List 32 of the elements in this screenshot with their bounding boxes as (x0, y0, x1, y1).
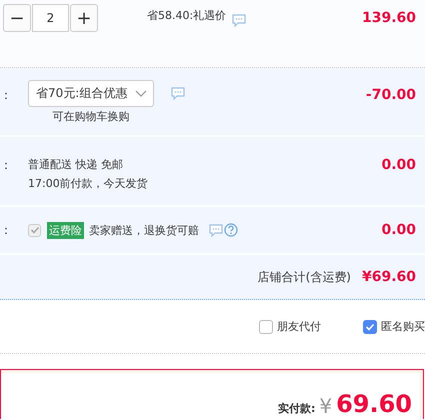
checkbox[interactable] (363, 320, 377, 334)
promo-dropdown[interactable]: 省70元:组合优惠 (28, 80, 154, 107)
shop-total-label: 店铺合计(含运费) (258, 268, 351, 286)
checkbox[interactable] (259, 320, 273, 334)
item-price: 139.60 (362, 10, 416, 26)
payment-label: 实付款: (278, 401, 316, 416)
quantity-field[interactable]: 2 (32, 4, 69, 32)
currency-symbol: ¥ (319, 394, 332, 418)
insurance-tag: 运费险 (47, 222, 84, 238)
increase-button[interactable]: + (70, 4, 98, 32)
row-amount: -70.00 (366, 87, 416, 103)
option-label: 匿名购买 (381, 319, 425, 334)
row-label: ： (0, 222, 13, 238)
chat-icon[interactable] (232, 14, 246, 27)
row-amount: 0.00 (381, 222, 416, 238)
insurance-text: 卖家赠送，退换货可赔 (89, 222, 199, 238)
check-icon (365, 322, 375, 332)
shop-total-amount: ¥69.60 (362, 269, 416, 285)
shipping-info: 17:00前付款，今天发货 (28, 176, 148, 192)
row-label: ： (0, 87, 13, 104)
chat-icon[interactable] (209, 224, 223, 236)
chevron-down-icon (135, 90, 148, 97)
discount-note: 省58.40:礼遇价 (147, 8, 226, 23)
promo-note: 可在购物车换购 (52, 109, 130, 124)
chat-icon[interactable] (171, 87, 186, 100)
help-icon[interactable] (224, 223, 238, 237)
payment-amount: 69.60 (336, 389, 412, 419)
option-label: 朋友代付 (277, 319, 321, 334)
row-label: ： (0, 157, 13, 174)
row-amount: 0.00 (381, 157, 416, 173)
shipping-info: 普通配送 快递 免邮 (28, 157, 124, 173)
decrease-button[interactable]: − (3, 4, 31, 32)
